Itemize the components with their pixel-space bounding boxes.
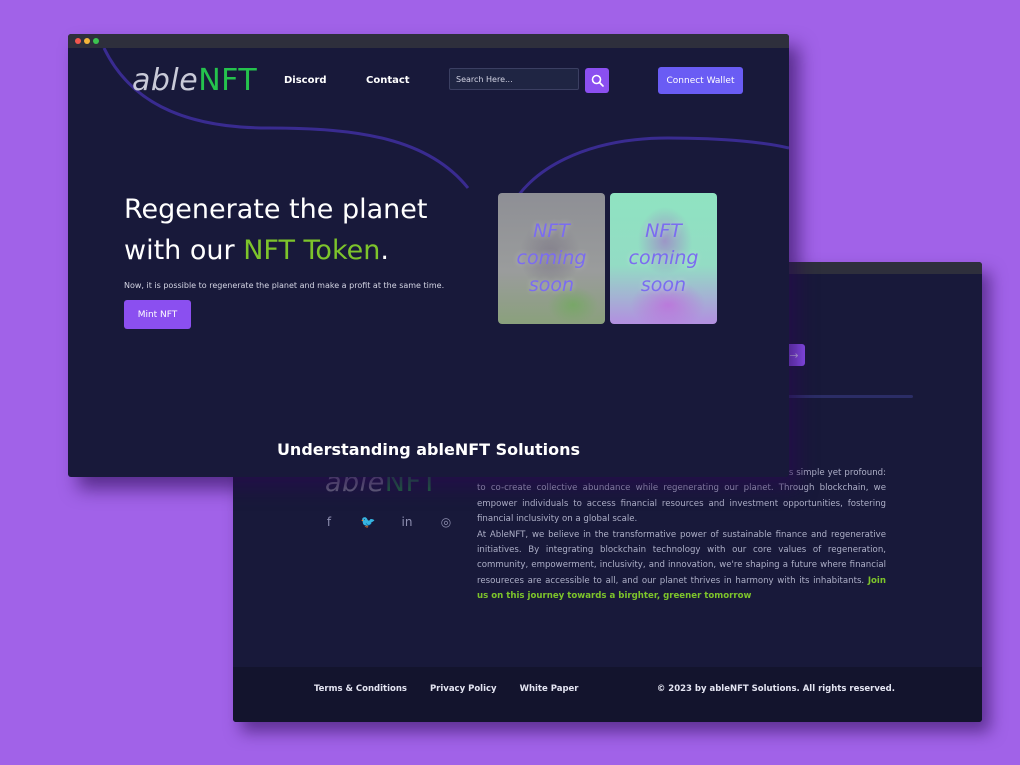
facebook-icon[interactable]: f <box>321 514 337 530</box>
hero-line-1: Regenerate the planet <box>124 194 428 225</box>
logo-part2: NFT <box>198 63 258 98</box>
search-input[interactable] <box>449 68 579 90</box>
hero-subtitle: Now, it is possible to regenerate the pl… <box>124 281 445 290</box>
nav-contact[interactable]: Contact <box>366 75 410 86</box>
front-browser-window: ableNFT Discord Contact Connect Wallet R… <box>68 34 789 477</box>
about-paragraph-2: At AbleNFT, we believe in the transforma… <box>477 528 886 605</box>
site-footer: Terms & Conditions Privacy Policy White … <box>233 667 982 722</box>
search-icon <box>591 74 604 87</box>
maximize-dot-icon[interactable] <box>93 38 99 44</box>
about-text: eering a revolutionary approach to block… <box>477 466 886 605</box>
terms-link[interactable]: Terms & Conditions <box>314 684 407 694</box>
nav-discord[interactable]: Discord <box>284 75 327 86</box>
logo-part1: able <box>132 63 199 98</box>
minimize-dot-icon[interactable] <box>84 38 90 44</box>
nft-card-text: NFT coming soon <box>516 220 587 296</box>
white-paper-link[interactable]: White Paper <box>520 684 579 694</box>
about-paragraph-2-text: At AbleNFT, we believe in the transforma… <box>477 529 886 586</box>
search-button[interactable] <box>585 68 609 93</box>
hero-line-2-prefix: with our <box>124 235 244 266</box>
arrow-right-icon: → <box>789 348 799 362</box>
window-titlebar <box>68 34 789 48</box>
hero-line-2-suffix: . <box>380 235 389 266</box>
copyright: © 2023 by ableNFT Solutions. All rights … <box>656 684 895 694</box>
nft-card[interactable]: NFT coming soon <box>610 193 717 324</box>
section-heading: Understanding ableNFT Solutions <box>276 440 581 459</box>
mint-nft-button[interactable]: Mint NFT <box>124 300 191 329</box>
instagram-icon[interactable]: ◎ <box>438 514 454 530</box>
close-dot-icon[interactable] <box>75 38 81 44</box>
nft-card-text: NFT coming soon <box>628 220 699 296</box>
hero-accent: NFT Token <box>243 235 381 266</box>
twitter-icon[interactable]: 🐦 <box>360 514 376 530</box>
social-links: f 🐦 in ◎ <box>321 514 454 530</box>
nft-card[interactable]: NFT coming soon <box>498 193 605 324</box>
linkedin-icon[interactable]: in <box>399 514 415 530</box>
footer-links: Terms & Conditions Privacy Policy White … <box>314 684 579 694</box>
connect-wallet-button[interactable]: Connect Wallet <box>658 67 743 94</box>
privacy-link[interactable]: Privacy Policy <box>430 684 497 694</box>
hero-title: Regenerate the planet with our NFT Token… <box>124 189 427 271</box>
site-logo[interactable]: ableNFT <box>132 63 257 98</box>
